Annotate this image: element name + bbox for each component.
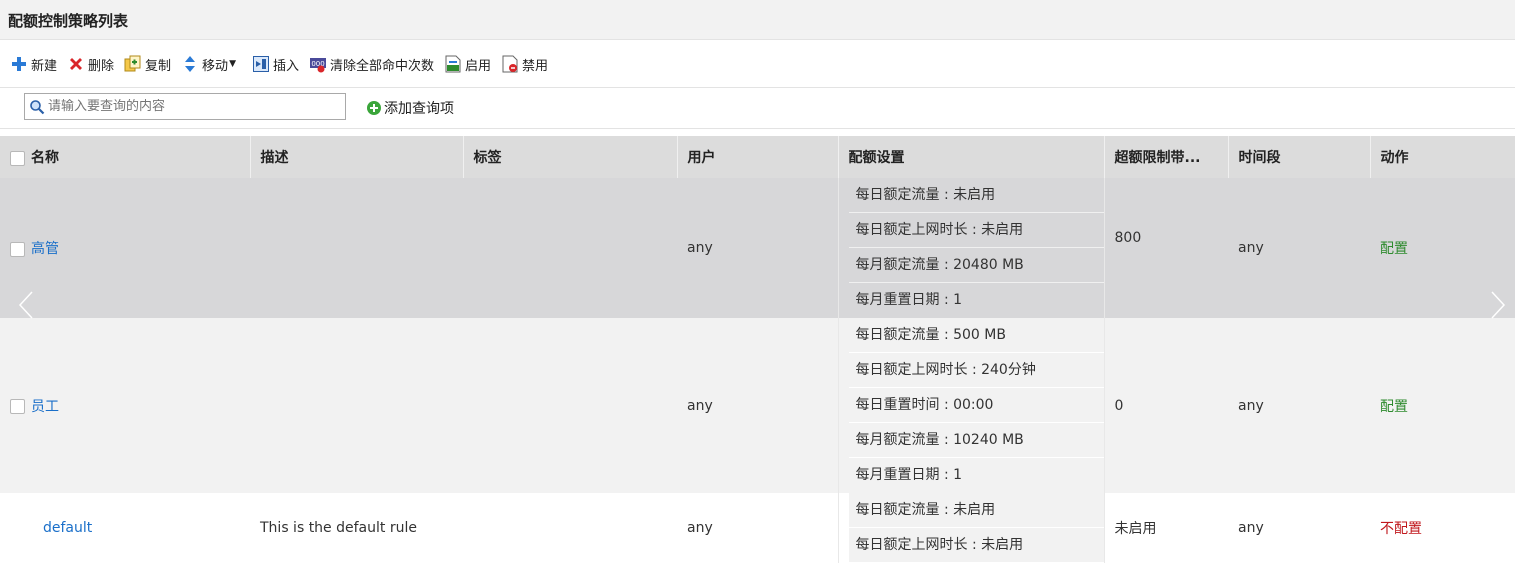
add-query-button[interactable]: 添加查询项	[366, 98, 454, 118]
cell-over-limit: 800	[1104, 178, 1228, 318]
cell-tag	[463, 318, 677, 493]
column-header-time[interactable]: 时间段	[1228, 136, 1371, 178]
chevron-right-icon[interactable]	[1486, 290, 1510, 320]
cell-description	[250, 318, 463, 493]
quota-line: 每日重置时间 : 00:00	[848, 388, 1104, 423]
column-header-tag[interactable]: 标签	[463, 136, 678, 178]
move-button[interactable]: 移动 ▼	[181, 55, 236, 74]
page-title: 配额控制策略列表	[8, 12, 129, 30]
action-configure-link[interactable]: 配置	[1380, 399, 1408, 415]
add-query-label: 添加查询项	[384, 101, 454, 117]
clear-hits-label: 清除全部命中次数	[330, 58, 435, 74]
delete-label: 删除	[88, 58, 115, 74]
disable-button[interactable]: 禁用	[501, 55, 548, 74]
column-header-name[interactable]: 名称	[0, 136, 251, 178]
search-box[interactable]	[24, 93, 346, 120]
quota-line: 每日额定流量 : 未启用	[848, 493, 1104, 528]
quota-line: 每日额定流量 : 未启用	[848, 178, 1104, 213]
cell-quota: 每日额定流量 : 未启用 每日额定上网时长 : 未启用 每月额定流量 : 204…	[837, 178, 1105, 318]
table-row[interactable]: 高管 any 每日额定流量 : 未启用 每日额定上网时长 : 未启用 每月额定流…	[0, 178, 1515, 318]
cell-name: default	[0, 493, 250, 563]
cell-quota: 每日额定流量 : 未启用 每日额定上网时长 : 未启用	[837, 493, 1105, 563]
cell-user: any	[677, 318, 838, 493]
cell-time: any	[1228, 493, 1370, 563]
column-header-description[interactable]: 描述	[250, 136, 464, 178]
quota-line: 每日额定上网时长 : 未启用	[848, 213, 1104, 248]
green-plus-circle-icon	[367, 101, 381, 115]
cell-action: 配置	[1370, 318, 1515, 493]
policy-name-link[interactable]: 员工	[31, 399, 59, 415]
policy-name-link[interactable]: default	[43, 520, 92, 536]
quota-line: 每日额定上网时长 : 未启用	[848, 528, 1104, 563]
quota-line: 每日额定上网时长 : 240分钟	[848, 353, 1104, 388]
insert-label: 插入	[272, 58, 299, 74]
row-checkbox[interactable]	[10, 399, 25, 414]
quota-line: 每日额定流量 : 500 MB	[848, 318, 1104, 353]
cell-user: any	[677, 178, 838, 318]
cell-tag	[463, 178, 677, 318]
move-label: 移动	[202, 58, 229, 74]
quota-line: 每月额定流量 : 10240 MB	[848, 423, 1104, 458]
plus-icon	[10, 55, 28, 73]
new-button[interactable]: 新建	[10, 55, 57, 74]
quota-line: 每月重置日期 : 1	[848, 283, 1104, 318]
magnifier-icon	[30, 99, 45, 114]
cell-user: any	[677, 493, 838, 563]
enable-button[interactable]: 启用	[444, 55, 491, 74]
row-checkbox[interactable]	[10, 241, 25, 257]
copy-label: 复制	[145, 58, 172, 74]
cell-tag	[463, 493, 677, 563]
new-label: 新建	[31, 58, 58, 74]
delete-button[interactable]: 删除	[67, 55, 114, 74]
copy-icon	[124, 55, 142, 73]
policy-table: 名称 描述 标签 用户 配额设置 超额限制带... 时间段 动作 高管 any …	[0, 136, 1515, 563]
toolbar: 新建 删除 复制 移动 ▼ 插入 000 清除全部命中次数 启用 禁用	[0, 44, 1515, 84]
cell-time: any	[1228, 178, 1370, 318]
cell-quota: 每日额定流量 : 500 MB 每日额定上网时长 : 240分钟 每日重置时间 …	[837, 318, 1105, 493]
action-configure-link[interactable]: 配置	[1380, 241, 1408, 257]
search-input[interactable]	[48, 99, 338, 114]
column-header-action[interactable]: 动作	[1370, 136, 1515, 178]
column-header-quota[interactable]: 配额设置	[838, 136, 1105, 178]
clear-counter-icon: 000	[309, 55, 327, 73]
cell-description: This is the default rule	[250, 493, 463, 563]
quota-line: 每月额定流量 : 20480 MB	[848, 248, 1104, 283]
policy-name-link[interactable]: 高管	[31, 241, 59, 257]
cell-action: 不配置	[1370, 493, 1515, 563]
table-row[interactable]: default This is the default rule any 每日额…	[0, 493, 1515, 563]
search-bar: 添加查询项	[0, 87, 1515, 129]
insert-icon	[252, 55, 270, 73]
disable-icon	[501, 55, 519, 73]
clear-hits-button[interactable]: 000 清除全部命中次数	[309, 55, 434, 74]
chevron-left-icon[interactable]	[14, 290, 38, 320]
cell-description	[250, 178, 463, 318]
column-header-over-limit[interactable]: 超额限制带...	[1104, 136, 1229, 178]
enable-icon	[444, 55, 462, 73]
enable-label: 启用	[465, 58, 492, 74]
cell-over-limit: 未启用	[1104, 493, 1228, 563]
title-bar: 配额控制策略列表	[0, 0, 1515, 40]
column-name-label: 名称	[31, 150, 59, 166]
cell-over-limit: 0	[1104, 318, 1228, 493]
disable-label: 禁用	[522, 58, 549, 74]
select-all-checkbox[interactable]	[10, 150, 25, 166]
x-icon	[67, 55, 85, 73]
up-down-arrow-icon	[181, 55, 199, 73]
cell-name: 员工	[0, 318, 250, 493]
action-not-configured-link[interactable]: 不配置	[1380, 521, 1422, 537]
copy-button[interactable]: 复制	[124, 55, 171, 74]
column-header-user[interactable]: 用户	[677, 136, 839, 178]
cell-time: any	[1228, 318, 1370, 493]
table-header-row: 名称 描述 标签 用户 配额设置 超额限制带... 时间段 动作	[0, 136, 1515, 178]
table-row[interactable]: 员工 any 每日额定流量 : 500 MB 每日额定上网时长 : 240分钟 …	[0, 318, 1515, 493]
chevron-down-icon: ▼	[229, 59, 236, 69]
quota-line: 每月重置日期 : 1	[848, 458, 1104, 493]
insert-button[interactable]: 插入	[252, 55, 299, 74]
